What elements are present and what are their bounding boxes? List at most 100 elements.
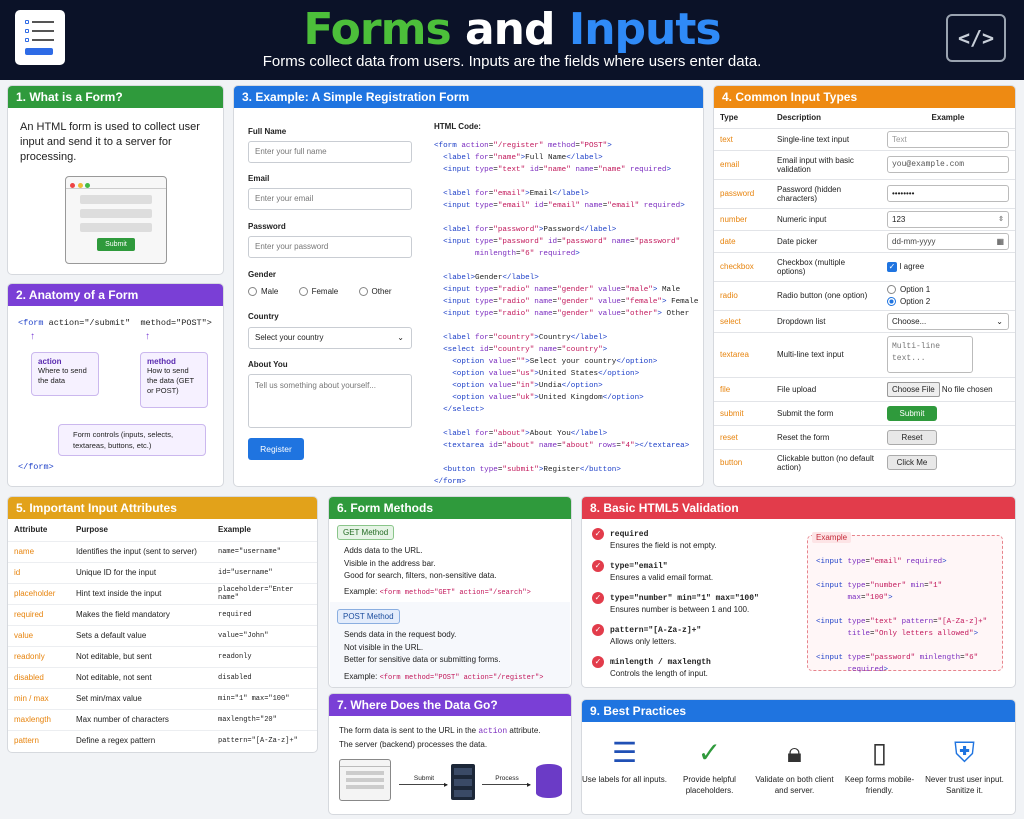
method-callout: method How to send the data (GET or POST… [140, 352, 208, 408]
click-me-example[interactable]: Click Me [887, 455, 937, 471]
panel-title: 9. Best Practices [582, 700, 1015, 722]
table-row: placeholder Hint text inside the input pla… [8, 582, 317, 604]
panel-title: 8. Basic HTML5 Validation [582, 497, 1015, 519]
arrow-right-icon [399, 784, 447, 785]
code-icon: </> [946, 14, 1006, 62]
table-row: submit Submit the form Submit [714, 400, 1015, 425]
email-label: Email [248, 174, 270, 183]
form-description: An HTML form is used to collect user inp… [20, 121, 200, 163]
password-label: Password [248, 222, 286, 231]
panel-title: 2. Anatomy of a Form [8, 284, 223, 306]
checklist-icon: ☰ [611, 737, 638, 768]
mobile-icon: ▯ [871, 737, 888, 768]
validation-item: type="email" Ensures a valid email format… [610, 562, 714, 582]
check-icon: ✓ [592, 592, 604, 604]
form-illustration: Submit [65, 176, 167, 264]
table-row: id Unique ID for the input id="username" [8, 561, 317, 583]
table-row: reset Reset the form Reset [714, 424, 1015, 449]
browser-form-icon [339, 759, 391, 801]
password-example[interactable]: •••••••• [887, 185, 1009, 202]
panel-input-attributes: 5. Important Input Attributes Attribute P… [7, 496, 318, 753]
panel-registration-example: 3. Example: A Simple Registration Form F… [233, 85, 704, 487]
check-icon: ✓ [592, 528, 604, 540]
table-row: maxlength Max number of characters maxleng… [8, 708, 317, 730]
table-row: checkbox Checkbox (multiple options) ✓ I a… [714, 251, 1015, 281]
register-button[interactable]: Register [248, 438, 304, 460]
table-row: button Clickable button (no default actio… [714, 448, 1015, 476]
validation-example: Example <input type="email" required> <i… [807, 532, 1003, 674]
check-circle-icon: ✓ [697, 737, 722, 768]
example-label: Example [812, 532, 852, 543]
controls-callout: Form controls (inputs, selects, textarea… [58, 424, 206, 456]
best-practice-item: ☰ Use labels for all inputs. [582, 732, 667, 785]
country-select[interactable]: Select your country ⌄ [248, 327, 412, 349]
text-example[interactable]: Text [887, 130, 1009, 148]
panel-input-types: 4. Common Input Types Type Description Exa… [713, 85, 1016, 487]
radio-other[interactable]: Other [358, 287, 392, 297]
panel-title: 1. What is a Form? [8, 86, 223, 108]
table-row: value Sets a default value value="John" [8, 624, 317, 646]
calendar-icon: ▦ [996, 236, 1004, 246]
table-row: textarea Multi-line text input Multi-line … [714, 331, 1015, 377]
file-example[interactable]: Choose File No file chosen [881, 376, 1015, 401]
select-example[interactable]: Choose... ⌄ [887, 312, 1009, 330]
country-label: Country [248, 312, 279, 321]
panel-form-methods: 6. Form Methods GET Method Adds data to … [328, 496, 572, 688]
get-example: Example: <form method="GET" action="/sea… [344, 587, 531, 597]
database-icon [536, 764, 562, 798]
radio-male[interactable]: Male [248, 287, 278, 297]
form-close-tag: </form> [18, 462, 54, 472]
panel-title: 7. Where Does the Data Go? [329, 694, 571, 716]
email-example[interactable]: you@example.com [887, 156, 1009, 173]
input-types-table: Type Description Example text Single-line t… [714, 108, 1015, 476]
radio-female[interactable]: Female [298, 287, 338, 297]
password-input[interactable]: Enter your password [248, 236, 412, 258]
post-description: Sends data in the request body. Not visib… [344, 630, 501, 664]
textarea-example[interactable]: Multi-line text... [887, 336, 973, 373]
check-icon: ✓ [592, 624, 604, 636]
page-title: Forms and Inputs [303, 4, 721, 55]
panel-anatomy: 2. Anatomy of a Form <form action="/subm… [7, 283, 224, 487]
checkbox-example[interactable]: ✓ I agree [881, 251, 1015, 281]
process-arrow-label: Process [495, 775, 519, 782]
attributes-table: Attribute Purpose Example name Identifies t… [8, 519, 317, 751]
panel-validation: 8. Basic HTML5 Validation ✓ required Ensu… [581, 496, 1016, 688]
validation-item: minlength / maxlength Controls the length… [610, 658, 711, 678]
panel-title: 6. Form Methods [329, 497, 571, 519]
validation-item: pattern="[A-Za-z]+" Allows only letters. [610, 626, 702, 646]
validation-item: required Ensures the field is not empty. [610, 530, 717, 550]
table-row: date Date picker dd-mm-yyyy ▦ [714, 229, 1015, 252]
gender-radios: Male Female Other [248, 287, 392, 297]
submit-button[interactable]: Submit [97, 238, 135, 251]
table-row: disabled Not editable, not sent disabled [8, 666, 317, 688]
panel-best-practices: 9. Best Practices ☰ Use labels for all in… [581, 699, 1016, 815]
action-callout: action Where to send the data [31, 352, 99, 396]
reset-example[interactable]: Reset [887, 429, 937, 445]
about-textarea[interactable]: Tell us something about yourself... [248, 374, 412, 428]
panel-title: 4. Common Input Types [714, 86, 1015, 108]
table-row: number Numeric input 123 ⇳ [714, 207, 1015, 230]
validation-code: <input type="email" required> <input typ… [816, 558, 988, 674]
date-example[interactable]: dd-mm-yyyy ▦ [887, 232, 1009, 250]
table-row: password Password (hidden characters) ••••… [714, 178, 1015, 208]
table-row: required Makes the field mandatory require… [8, 603, 317, 625]
table-row: file File upload Choose File No file chose… [714, 376, 1015, 401]
best-practice-item: ▯ Keep forms mobile-friendly. [837, 732, 922, 796]
submit-example[interactable]: Submit [887, 405, 937, 421]
email-input[interactable]: Enter your email [248, 188, 412, 210]
post-badge: POST Method [337, 609, 400, 624]
best-practices-list: ☰ Use labels for all inputs. ✓ Provide hel… [582, 732, 1015, 812]
validation-item: type="number" min="1" max="100" Ensures n… [610, 594, 759, 614]
radio-example[interactable]: Option 1 Option 2 [881, 280, 1015, 310]
check-icon: ✓ [592, 560, 604, 572]
panel-title: 5. Important Input Attributes [8, 497, 317, 519]
number-example[interactable]: 123 ⇳ [887, 210, 1009, 228]
check-icon: ✓ [592, 656, 604, 668]
full-name-input[interactable]: Enter your full name [248, 141, 412, 163]
data-flow-text: The form data is sent to the URL in the … [339, 726, 541, 749]
panel-title: 3. Example: A Simple Registration Form [234, 86, 703, 108]
post-example: Example: <form method="POST" action="/re… [344, 672, 544, 682]
submit-arrow-label: Submit [413, 775, 435, 782]
form-open-tag: <form action="/submit" method="POST"> [18, 318, 212, 328]
table-row: name Identifies the input (sent to server… [8, 540, 317, 562]
